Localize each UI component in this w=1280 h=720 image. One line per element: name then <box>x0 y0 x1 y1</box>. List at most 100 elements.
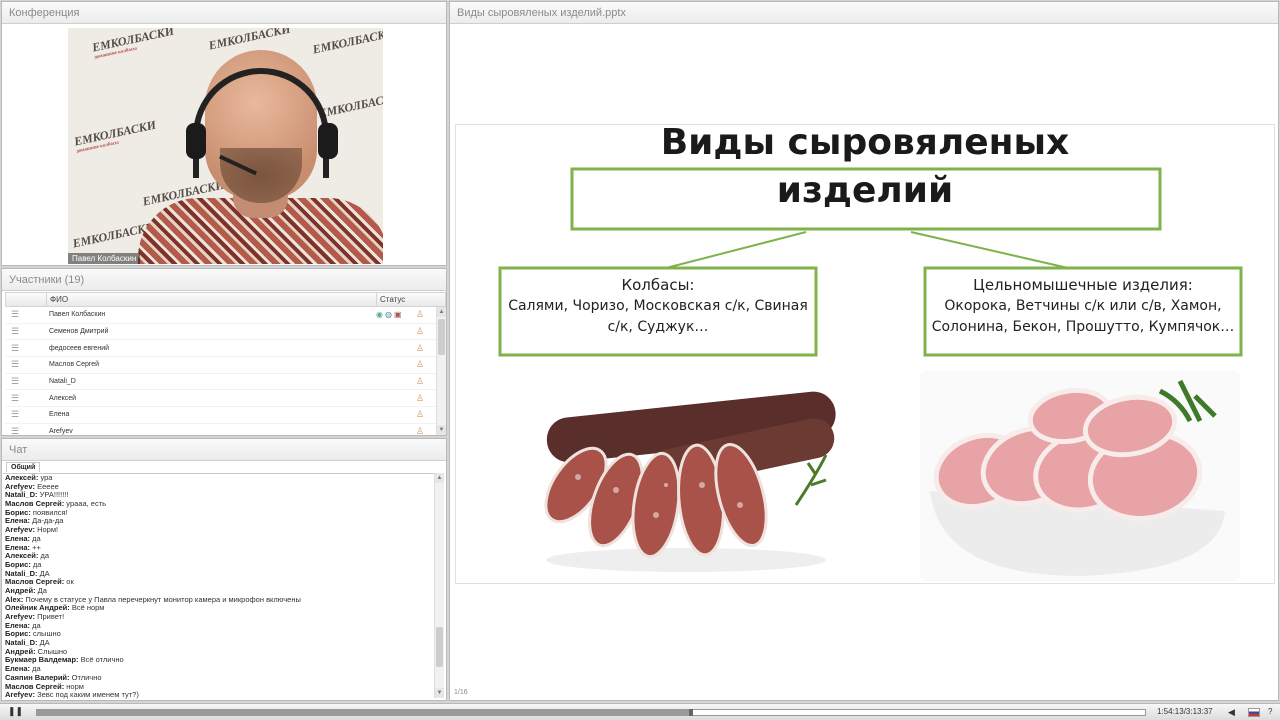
drag-handle-icon[interactable]: ☰ <box>5 343 46 354</box>
chat-author: Natali_D: <box>5 568 38 578</box>
scroll-thumb[interactable] <box>436 627 443 667</box>
conference-panel: Конференция ЕМКОЛБАСКИ домашние колбасы Е… <box>1 1 447 266</box>
participant-row[interactable]: ☰ Arefyev ♙ <box>5 424 446 436</box>
drag-handle-icon[interactable]: ☰ <box>5 426 46 435</box>
chat-text: Привет! <box>35 612 65 621</box>
left-box-line1: Салями, Чоризо, Московская с/к, Свиная <box>508 298 808 314</box>
chat-text: Отлично <box>69 672 102 682</box>
seek-bar[interactable] <box>36 709 1146 716</box>
user-icon: ♙ <box>416 309 425 320</box>
seek-handle[interactable] <box>688 709 693 716</box>
chat-panel: Чат Общий Алексей: ура Arefyev: Еееее Nata… <box>1 438 447 701</box>
participant-name: Natali_D <box>49 378 76 386</box>
chat-message: Arefyev: Зевс под каким именем тут?) <box>5 690 434 700</box>
participants-table: ФИО Статус ☰ Павел Колбаскин ◉ ◍ ▣ ♙ ☰ Семенов … <box>5 292 446 435</box>
seek-progress <box>37 710 691 715</box>
chat-scrollbar[interactable]: ▲ ▼ <box>434 473 444 698</box>
scroll-up-icon[interactable]: ▲ <box>437 307 446 317</box>
participant-row[interactable]: ☰ Елена ♙ <box>5 407 446 424</box>
chat-author: Natali_D: <box>5 490 38 500</box>
time-readout: 1:54:13/3:13:37 <box>1157 707 1213 716</box>
drag-handle-icon[interactable]: ☰ <box>5 409 46 420</box>
participant-row[interactable]: ☰ Natali_D ♙ <box>5 374 446 391</box>
ham-image <box>920 371 1240 581</box>
participant-row[interactable]: ☰ Алексей ♙ <box>5 390 446 408</box>
participants-panel: Участники (19) ФИО Статус ☰ Павел Колбаск… <box>1 268 447 436</box>
chat-author: Андрей: <box>5 646 36 656</box>
scroll-up-icon[interactable]: ▲ <box>435 473 444 483</box>
volume-icon[interactable]: ◀ <box>1228 707 1235 718</box>
help-icon[interactable]: ? <box>1268 707 1272 716</box>
chat-message: Борис: да <box>5 559 434 570</box>
user-icon: ♙ <box>416 426 425 436</box>
backdrop-logo: ЕМКОЛБАСКИ <box>311 28 383 57</box>
drag-handle-icon[interactable]: ☰ <box>5 393 46 404</box>
user-icon: ♙ <box>416 376 425 387</box>
chat-author: Маслов Сергей: <box>5 499 65 509</box>
participants-scrollbar[interactable]: ▲ ▼ <box>436 307 446 435</box>
chat-author: Олейник Андрей: <box>5 603 70 613</box>
connector-left <box>665 231 807 269</box>
participant-name: Павел Колбаскин <box>49 311 106 319</box>
microphone-icon: ◍ <box>384 310 392 320</box>
slide: Виды сыровяленых изделий Колбасы: Салями… <box>455 122 1275 584</box>
chat-author: Борис: <box>5 507 31 517</box>
scroll-down-icon[interactable]: ▼ <box>435 688 444 698</box>
chat-message: Arefyev: Привет! <box>5 612 434 622</box>
chat-author: Борис: <box>5 629 31 639</box>
conference-title: Конференция <box>2 2 446 24</box>
chat-message: Алексей: ура <box>5 473 434 483</box>
participant-row[interactable]: ☰ Маслов Сергей ♙ <box>5 357 446 374</box>
chat-text: появился! <box>30 507 68 517</box>
chat-message: Елена: ++ <box>5 543 434 553</box>
connector-right <box>910 231 1069 269</box>
drag-handle-icon[interactable]: ☰ <box>5 326 46 337</box>
participants-header: ФИО Статус <box>5 292 446 307</box>
speaker-video[interactable]: ЕМКОЛБАСКИ домашние колбасы ЕМКОЛБАСКИ ЕМ… <box>68 28 383 264</box>
chat-text: да <box>30 559 42 569</box>
slide-title-line1: Виды сыровяленых <box>660 122 1070 163</box>
right-box-line1: Окорока, Ветчины с/к или с/в, Хамон, <box>944 298 1222 314</box>
header-status[interactable]: Статус <box>377 293 445 306</box>
chat-author: Елена: <box>5 620 31 630</box>
chat-tab-general[interactable]: Общий <box>6 462 41 472</box>
backdrop-logo: ЕМКОЛБАСКИ домашние колбасы <box>72 117 158 155</box>
chat-text: да <box>38 551 49 561</box>
participant-row[interactable]: ☰ Семенов Дмитрий ♙ <box>5 324 446 341</box>
chat-title: Чат <box>2 439 446 461</box>
chat-text: Слышно <box>35 646 68 656</box>
participant-row[interactable]: ☰ федосеев евгений ♙ <box>5 340 446 358</box>
scroll-thumb[interactable] <box>438 319 445 355</box>
drag-handle-icon[interactable]: ☰ <box>5 309 46 320</box>
chat-author: Алексей: <box>5 473 39 482</box>
drag-handle-icon[interactable]: ☰ <box>5 359 46 370</box>
chat-author: Борис: <box>5 559 31 569</box>
participant-row[interactable]: ☰ Павел Колбаскин ◉ ◍ ▣ ♙ <box>5 307 446 324</box>
left-box-line2: с/к, Суджук… <box>607 319 709 335</box>
drag-handle-icon[interactable]: ☰ <box>5 376 46 387</box>
participant-name: Алексей <box>49 394 77 402</box>
header-fio[interactable]: ФИО <box>47 293 377 306</box>
russian-flag-icon[interactable] <box>1248 708 1260 717</box>
left-box-heading: Колбасы: <box>621 276 695 294</box>
chat-message: Natali_D: ДА <box>5 638 434 648</box>
user-icon: ♙ <box>416 409 425 420</box>
user-icon: ♙ <box>416 342 425 353</box>
participant-name: Семенов Дмитрий <box>49 328 109 336</box>
chat-author: Саяпин Валерий: <box>5 672 70 682</box>
backdrop-logo: ЕМКОЛБАСКИ <box>207 28 292 53</box>
player-bar: ❚❚ 1:54:13/3:13:37 ◀ ? <box>0 703 1280 720</box>
slide-title-line2: изделий <box>776 170 954 211</box>
header-handle <box>6 293 47 306</box>
chat-author: Елена: <box>5 664 31 674</box>
chat-author: Букмаер Валдемар: <box>5 655 79 665</box>
chat-text: Зевс под каким именем тут?) <box>35 690 139 700</box>
backdrop-logo: ЕМКОЛБАСКИ домашние колбасы <box>90 28 176 61</box>
participant-name: Arefyev <box>49 428 73 436</box>
chat-author: Arefyev: <box>5 525 36 535</box>
chat-message: Маслов Сергей: урааа, есть <box>5 499 434 509</box>
chat-text: Да-да-да <box>30 516 64 526</box>
pause-icon[interactable]: ❚❚ <box>8 706 23 717</box>
chat-text: да <box>30 620 41 630</box>
scroll-down-icon[interactable]: ▼ <box>437 425 446 435</box>
